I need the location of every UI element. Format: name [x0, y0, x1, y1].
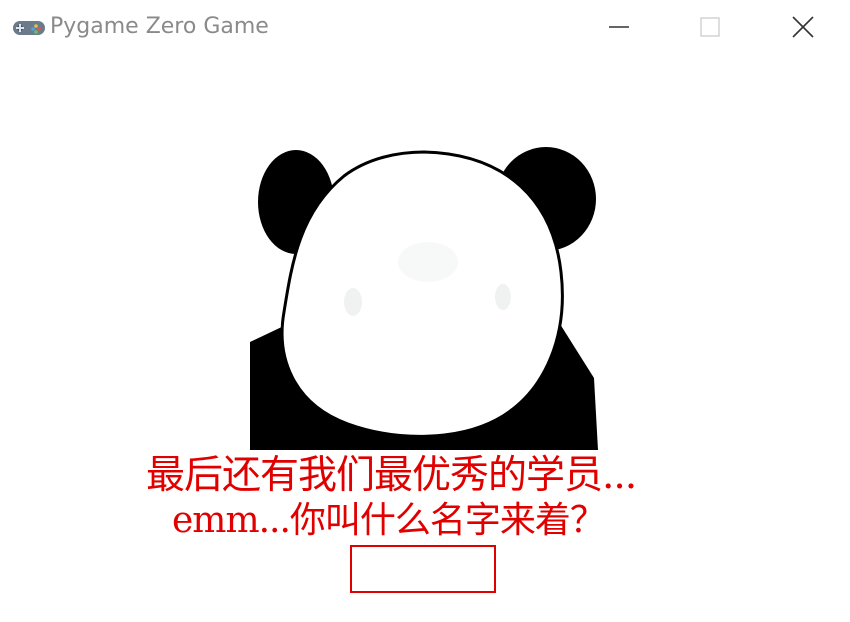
dialogue-line-2: emm...你叫什么名字来着？: [172, 500, 606, 541]
maximize-icon: [700, 17, 720, 37]
title-bar[interactable]: Pygame Zero Game: [0, 0, 850, 54]
close-icon: [792, 16, 814, 38]
window-title: Pygame Zero Game: [50, 14, 269, 39]
name-input[interactable]: [350, 545, 496, 593]
dialogue-line-1: 最后还有我们最优秀的学员...: [146, 453, 637, 498]
close-button[interactable]: [780, 0, 826, 54]
maximize-button[interactable]: [687, 0, 733, 54]
gamepad-icon: [12, 18, 46, 38]
minimize-icon: [609, 26, 629, 28]
minimize-button[interactable]: [596, 0, 642, 54]
panda-meme-image: [250, 147, 598, 450]
game-canvas: 最后还有我们最优秀的学员... emm...你叫什么名字来着？: [0, 54, 850, 622]
